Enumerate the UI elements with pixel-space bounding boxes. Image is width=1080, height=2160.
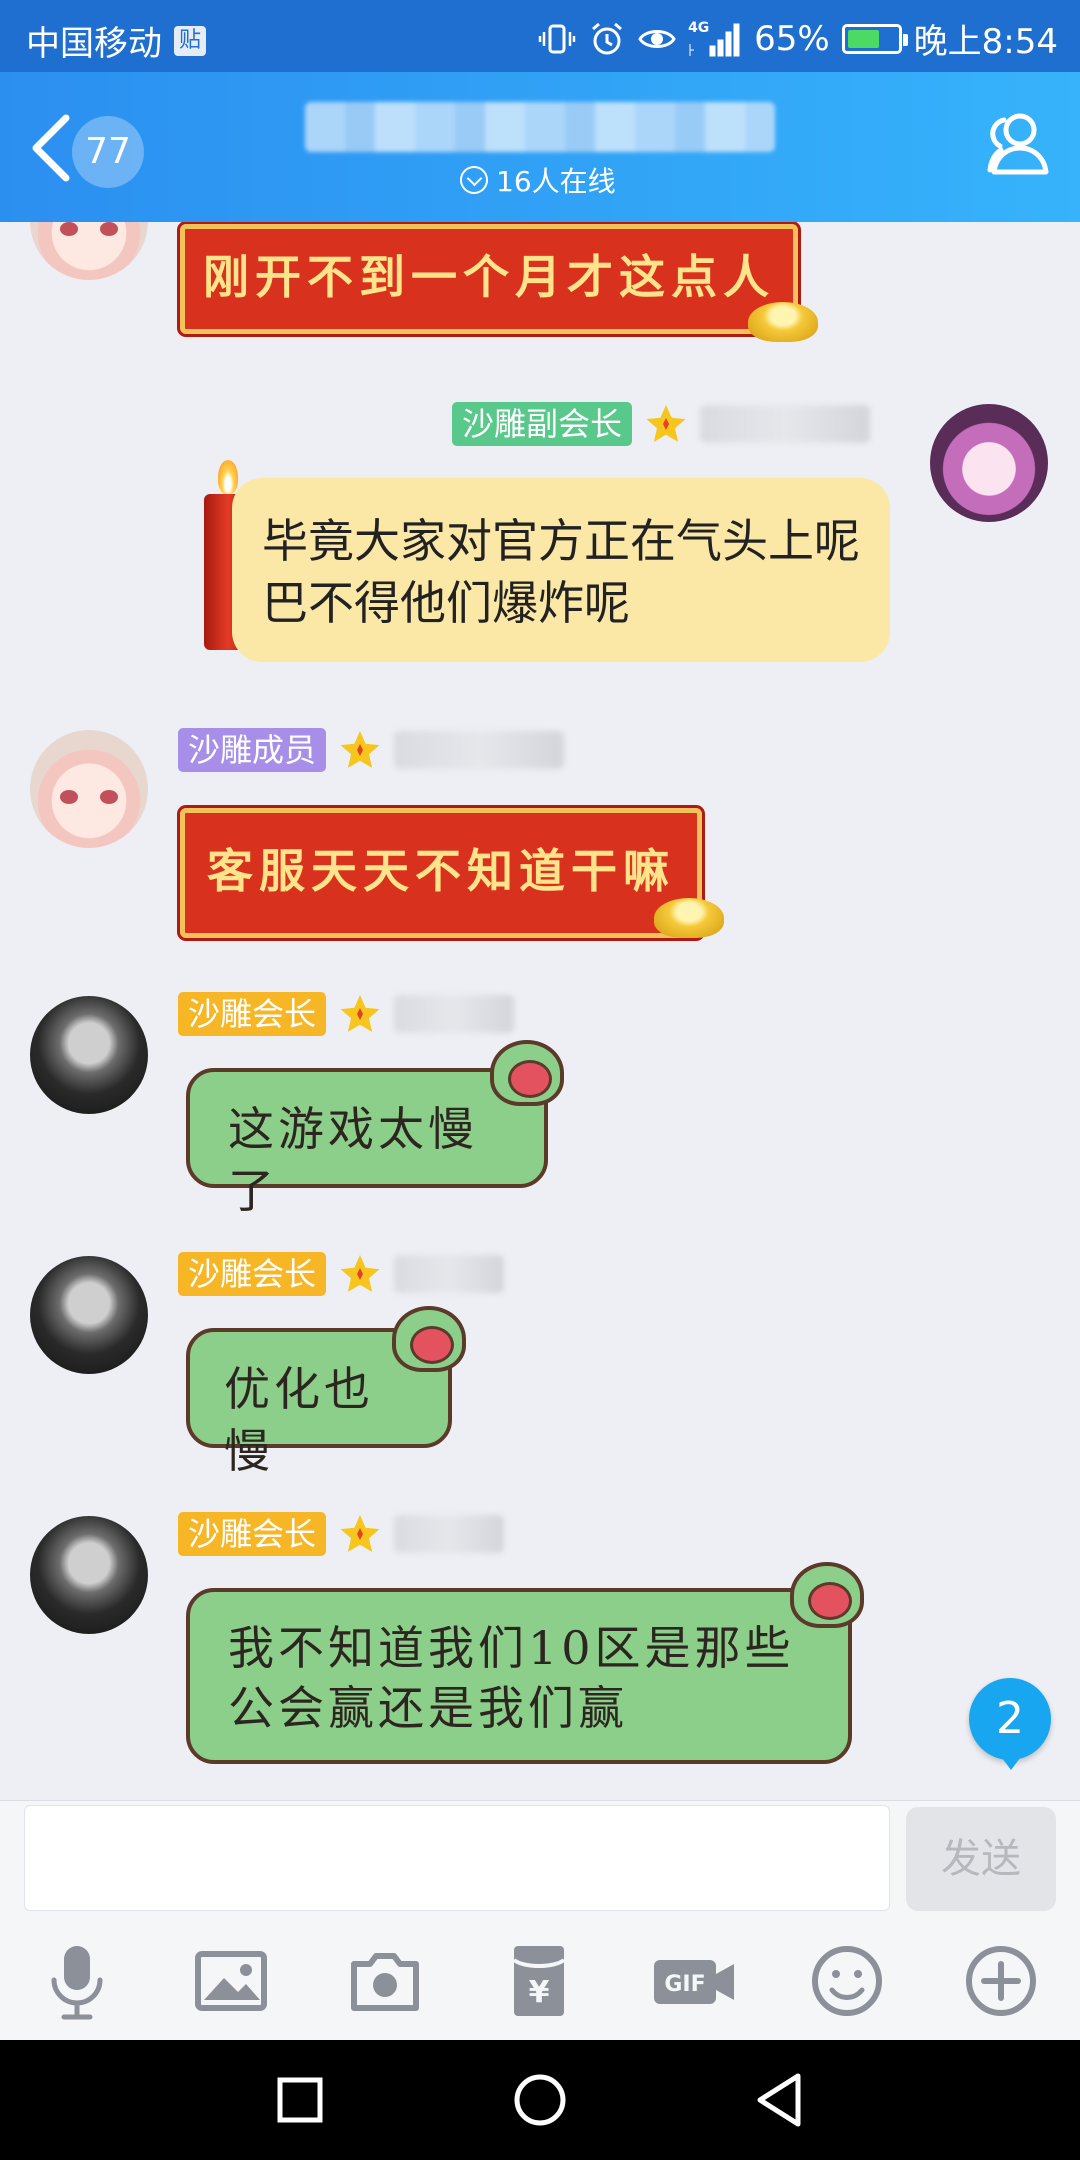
online-status[interactable]: 16人在线: [460, 160, 616, 200]
gold-ingot-decoration: [654, 898, 724, 938]
eye-icon: [638, 29, 676, 48]
star-icon: [340, 995, 380, 1032]
gold-ingot-decoration: [748, 302, 818, 342]
sender-meta: 沙雕会长: [178, 992, 515, 1036]
online-count: 16人在线: [496, 165, 616, 198]
monster-decoration: [392, 1306, 466, 1372]
message-list[interactable]: 刚开不到一个月才这点人 沙雕副会长 毕竟大家对官方正在气头上呢 巴不得他们爆炸呢…: [0, 222, 1080, 1800]
members-icon[interactable]: [976, 104, 1056, 184]
carrier-name: 中国移动: [26, 24, 162, 64]
carrier-badge: 贴: [174, 25, 207, 56]
status-bar: 中国移动 贴 4G 65% 晚上8:54: [0, 0, 1080, 72]
sender-meta: 沙雕会长: [178, 1512, 505, 1556]
monster-decoration: [790, 1562, 864, 1628]
battery-percent: 65%: [754, 18, 830, 59]
chevron-down-icon: [460, 166, 488, 194]
avatar[interactable]: [30, 996, 148, 1114]
microphone-icon[interactable]: [32, 1936, 122, 2026]
system-nav-bar: [0, 2040, 1080, 2160]
svg-text:GIF: GIF: [664, 1972, 705, 1997]
message-bubble[interactable]: 刚开不到一个月才这点人: [177, 222, 801, 337]
star-icon: [340, 731, 380, 768]
clock: 晚上8:54: [913, 22, 1058, 62]
battery-icon: [841, 23, 908, 54]
message-bubble[interactable]: 客服天天不知道干嘛: [177, 805, 705, 941]
chat-screen: 中国移动 贴 4G 65% 晚上8:54 77 16人在线 刚开不到一个月才这点…: [0, 0, 1080, 2160]
sender-meta: 沙雕成员: [178, 728, 565, 772]
camera-icon[interactable]: [340, 1936, 430, 2026]
back-nav-icon[interactable]: [738, 2058, 822, 2142]
avatar[interactable]: [30, 1516, 148, 1634]
home-icon[interactable]: [498, 2058, 582, 2142]
sender-name-blurred: [700, 405, 871, 443]
image-icon[interactable]: [186, 1936, 276, 2026]
message-text: 优化也慢: [224, 1362, 374, 1478]
message-text: 这游戏太慢了: [228, 1102, 478, 1218]
recents-icon[interactable]: [258, 2058, 342, 2142]
message-text: 毕竟大家对官方正在气头上呢 巴不得他们爆炸呢: [262, 514, 860, 630]
carrier: 中国移动 贴: [26, 16, 207, 65]
unread-count-badge[interactable]: 77: [72, 116, 144, 188]
sender-meta: 沙雕会长: [178, 1252, 505, 1296]
red-packet-icon[interactable]: ¥: [494, 1936, 584, 2026]
role-badge: 沙雕成员: [178, 728, 327, 772]
toolbar: ¥ GIF: [0, 1936, 1080, 2036]
sender-name-blurred: [394, 995, 515, 1033]
avatar[interactable]: [30, 222, 148, 280]
message-text: 客服天天不知道干嘛: [207, 844, 675, 898]
avatar[interactable]: [30, 1256, 148, 1374]
status-icons: 4G 65% 晚上8:54: [538, 14, 1058, 63]
avatar[interactable]: [930, 404, 1048, 522]
emoji-icon[interactable]: [802, 1936, 892, 2026]
sender-meta: 沙雕副会长: [452, 402, 871, 446]
send-button[interactable]: 发送: [906, 1807, 1056, 1911]
sender-name-blurred: [394, 731, 565, 769]
plus-icon[interactable]: [956, 1936, 1046, 2026]
role-badge: 沙雕会长: [178, 1252, 327, 1296]
group-name-blurred[interactable]: [305, 102, 775, 152]
message-bubble[interactable]: 毕竟大家对官方正在气头上呢 巴不得他们爆炸呢: [232, 478, 890, 662]
alarm-icon: [592, 22, 623, 54]
chat-header: 77 16人在线: [0, 72, 1080, 222]
message-bubble[interactable]: 我不知道我们10区是那些公会赢还是我们赢: [186, 1588, 852, 1764]
sender-name-blurred: [394, 1255, 505, 1293]
message-text: 刚开不到一个月才这点人: [203, 250, 775, 304]
sender-name-blurred: [394, 1515, 505, 1553]
role-badge: 沙雕会长: [178, 992, 327, 1036]
message-input[interactable]: [24, 1805, 890, 1911]
new-messages-badge[interactable]: 2: [969, 1678, 1051, 1770]
role-badge: 沙雕副会长: [452, 402, 633, 446]
monster-decoration: [490, 1040, 564, 1106]
star-icon: [646, 405, 686, 442]
gif-icon[interactable]: GIF: [648, 1936, 738, 2026]
svg-text:¥: ¥: [529, 1975, 550, 2010]
role-badge: 沙雕会长: [178, 1512, 327, 1556]
message-text: 我不知道我们10区是那些公会赢还是我们赢: [228, 1621, 795, 1735]
signal-icon: 4G: [688, 20, 742, 58]
vibrate-icon: [538, 24, 576, 53]
star-icon: [340, 1515, 380, 1552]
star-icon: [340, 1255, 380, 1292]
avatar[interactable]: [30, 730, 148, 848]
input-bar: 发送 ¥ GIF: [0, 1800, 1080, 2040]
